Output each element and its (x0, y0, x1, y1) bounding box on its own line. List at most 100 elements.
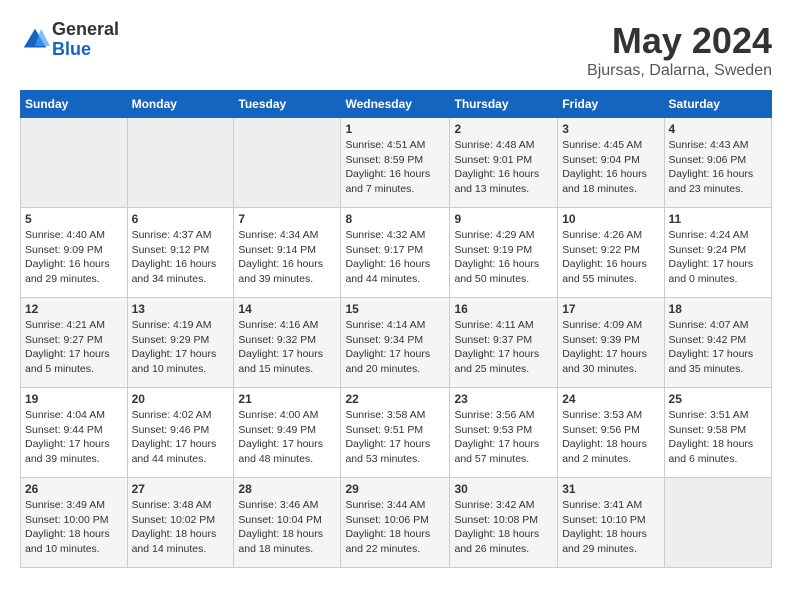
day-info: Sunrise: 3:51 AM Sunset: 9:58 PM Dayligh… (669, 408, 767, 467)
day-number: 12 (25, 302, 123, 316)
header-day-friday: Friday (558, 91, 664, 118)
title-section: May 2024 Bjursas, Dalarna, Sweden (587, 20, 772, 80)
day-number: 22 (345, 392, 445, 406)
day-number: 27 (132, 482, 230, 496)
calendar-cell: 31 Sunrise: 3:41 AM Sunset: 10:10 PM Dayl… (558, 478, 664, 568)
day-number: 5 (25, 212, 123, 226)
day-info: Sunrise: 4:11 AM Sunset: 9:37 PM Dayligh… (454, 318, 553, 377)
calendar-cell: 10Sunrise: 4:26 AM Sunset: 9:22 PM Dayli… (558, 208, 664, 298)
day-info: Sunrise: 4:34 AM Sunset: 9:14 PM Dayligh… (238, 228, 336, 287)
calendar-cell: 11Sunrise: 4:24 AM Sunset: 9:24 PM Dayli… (664, 208, 771, 298)
day-number: 10 (562, 212, 659, 226)
day-number: 26 (25, 482, 123, 496)
day-info: Sunrise: 4:24 AM Sunset: 9:24 PM Dayligh… (669, 228, 767, 287)
calendar-cell: 20 Sunrise: 4:02 AM Sunset: 9:46 PM Dayli… (127, 388, 234, 478)
header-day-monday: Monday (127, 91, 234, 118)
calendar-cell: 24Sunrise: 3:53 AM Sunset: 9:56 PM Dayli… (558, 388, 664, 478)
calendar-cell: 22 Sunrise: 3:58 AM Sunset: 9:51 PM Dayli… (341, 388, 450, 478)
header-day-thursday: Thursday (450, 91, 558, 118)
day-number: 13 (132, 302, 230, 316)
day-info: Sunrise: 3:56 AM Sunset: 9:53 PM Dayligh… (454, 408, 553, 467)
calendar-cell: 9Sunrise: 4:29 AM Sunset: 9:19 PM Daylig… (450, 208, 558, 298)
day-info: Sunrise: 3:42 AM Sunset: 10:08 PM Daylig… (454, 498, 553, 557)
day-number: 8 (345, 212, 445, 226)
day-number: 19 (25, 392, 123, 406)
day-number: 3 (562, 122, 659, 136)
header-row: SundayMondayTuesdayWednesdayThursdayFrid… (21, 91, 772, 118)
day-info: Sunrise: 4:14 AM Sunset: 9:34 PM Dayligh… (345, 318, 445, 377)
calendar-cell: 4 Sunrise: 4:43 AM Sunset: 9:06 PM Daylig… (664, 118, 771, 208)
day-info: Sunrise: 3:44 AM Sunset: 10:06 PM Daylig… (345, 498, 445, 557)
day-info: Sunrise: 3:46 AM Sunset: 10:04 PM Daylig… (238, 498, 336, 557)
week-row-4: 19Sunrise: 4:04 AM Sunset: 9:44 PM Dayli… (21, 388, 772, 478)
calendar-cell: 6 Sunrise: 4:37 AM Sunset: 9:12 PM Daylig… (127, 208, 234, 298)
calendar-cell (127, 118, 234, 208)
day-number: 4 (669, 122, 767, 136)
calendar-header: SundayMondayTuesdayWednesdayThursdayFrid… (21, 91, 772, 118)
day-info: Sunrise: 4:21 AM Sunset: 9:27 PM Dayligh… (25, 318, 123, 377)
day-info: Sunrise: 4:51 AM Sunset: 8:59 PM Dayligh… (345, 138, 445, 197)
calendar-cell: 26Sunrise: 3:49 AM Sunset: 10:00 PM Dayl… (21, 478, 128, 568)
calendar-cell: 12 Sunrise: 4:21 AM Sunset: 9:27 PM Dayli… (21, 298, 128, 388)
week-row-1: 1 Sunrise: 4:51 AM Sunset: 8:59 PM Daylig… (21, 118, 772, 208)
header-day-tuesday: Tuesday (234, 91, 341, 118)
day-number: 20 (132, 392, 230, 406)
calendar-cell: 17Sunrise: 4:09 AM Sunset: 9:39 PM Dayli… (558, 298, 664, 388)
calendar-cell: 29Sunrise: 3:44 AM Sunset: 10:06 PM Dayl… (341, 478, 450, 568)
calendar-cell: 8 Sunrise: 4:32 AM Sunset: 9:17 PM Daylig… (341, 208, 450, 298)
logo-blue: Blue (52, 40, 119, 60)
header-day-wednesday: Wednesday (341, 91, 450, 118)
day-info: Sunrise: 4:40 AM Sunset: 9:09 PM Dayligh… (25, 228, 123, 287)
calendar-cell (21, 118, 128, 208)
day-number: 15 (345, 302, 445, 316)
day-number: 18 (669, 302, 767, 316)
calendar-table: SundayMondayTuesdayWednesdayThursdayFrid… (20, 90, 772, 568)
day-info: Sunrise: 4:02 AM Sunset: 9:46 PM Dayligh… (132, 408, 230, 467)
day-number: 23 (454, 392, 553, 406)
header-day-sunday: Sunday (21, 91, 128, 118)
calendar-body: 1 Sunrise: 4:51 AM Sunset: 8:59 PM Daylig… (21, 118, 772, 568)
day-number: 1 (345, 122, 445, 136)
day-number: 28 (238, 482, 336, 496)
logo: General Blue (20, 20, 119, 60)
logo-general: General (52, 20, 119, 40)
day-number: 14 (238, 302, 336, 316)
day-info: Sunrise: 4:37 AM Sunset: 9:12 PM Dayligh… (132, 228, 230, 287)
day-info: Sunrise: 4:43 AM Sunset: 9:06 PM Dayligh… (669, 138, 767, 197)
calendar-cell: 13 Sunrise: 4:19 AM Sunset: 9:29 PM Dayli… (127, 298, 234, 388)
week-row-2: 5 Sunrise: 4:40 AM Sunset: 9:09 PM Daylig… (21, 208, 772, 298)
day-info: Sunrise: 3:48 AM Sunset: 10:02 PM Daylig… (132, 498, 230, 557)
day-info: Sunrise: 3:41 AM Sunset: 10:10 PM Daylig… (562, 498, 659, 557)
logo-icon (20, 25, 50, 55)
day-info: Sunrise: 3:58 AM Sunset: 9:51 PM Dayligh… (345, 408, 445, 467)
day-info: Sunrise: 4:32 AM Sunset: 9:17 PM Dayligh… (345, 228, 445, 287)
calendar-cell: 15 Sunrise: 4:14 AM Sunset: 9:34 PM Dayli… (341, 298, 450, 388)
calendar-cell: 21 Sunrise: 4:00 AM Sunset: 9:49 PM Dayli… (234, 388, 341, 478)
month-year-title: May 2024 (587, 20, 772, 62)
header-day-saturday: Saturday (664, 91, 771, 118)
day-number: 31 (562, 482, 659, 496)
day-info: Sunrise: 4:45 AM Sunset: 9:04 PM Dayligh… (562, 138, 659, 197)
day-number: 2 (454, 122, 553, 136)
calendar-cell: 14 Sunrise: 4:16 AM Sunset: 9:32 PM Dayli… (234, 298, 341, 388)
day-number: 6 (132, 212, 230, 226)
logo-text: General Blue (52, 20, 119, 60)
day-info: Sunrise: 4:09 AM Sunset: 9:39 PM Dayligh… (562, 318, 659, 377)
week-row-3: 12 Sunrise: 4:21 AM Sunset: 9:27 PM Dayli… (21, 298, 772, 388)
day-info: Sunrise: 4:16 AM Sunset: 9:32 PM Dayligh… (238, 318, 336, 377)
calendar-cell (234, 118, 341, 208)
calendar-cell: 25Sunrise: 3:51 AM Sunset: 9:58 PM Dayli… (664, 388, 771, 478)
day-number: 7 (238, 212, 336, 226)
calendar-cell: 5 Sunrise: 4:40 AM Sunset: 9:09 PM Daylig… (21, 208, 128, 298)
calendar-cell: 19Sunrise: 4:04 AM Sunset: 9:44 PM Dayli… (21, 388, 128, 478)
day-info: Sunrise: 4:19 AM Sunset: 9:29 PM Dayligh… (132, 318, 230, 377)
calendar-cell: 2Sunrise: 4:48 AM Sunset: 9:01 PM Daylig… (450, 118, 558, 208)
calendar-cell (664, 478, 771, 568)
calendar-cell: 30Sunrise: 3:42 AM Sunset: 10:08 PM Dayl… (450, 478, 558, 568)
calendar-cell: 23 Sunrise: 3:56 AM Sunset: 9:53 PM Dayli… (450, 388, 558, 478)
day-info: Sunrise: 4:00 AM Sunset: 9:49 PM Dayligh… (238, 408, 336, 467)
calendar-cell: 3 Sunrise: 4:45 AM Sunset: 9:04 PM Daylig… (558, 118, 664, 208)
calendar-cell: 7 Sunrise: 4:34 AM Sunset: 9:14 PM Daylig… (234, 208, 341, 298)
day-info: Sunrise: 4:29 AM Sunset: 9:19 PM Dayligh… (454, 228, 553, 287)
day-number: 21 (238, 392, 336, 406)
